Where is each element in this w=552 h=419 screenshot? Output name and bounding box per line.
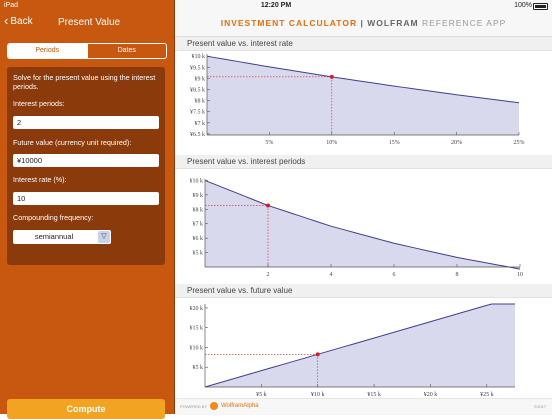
x-tick-label: 25% (514, 140, 525, 146)
intro-text: Solve for the present value using the in… (13, 73, 156, 91)
x-tick-label: 8 (456, 272, 459, 278)
future-value-input[interactable]: ¥10000 (13, 154, 159, 167)
interest-rate-input[interactable]: 10 (13, 192, 159, 205)
brand-name: WolframAlpha (221, 403, 259, 409)
x-tick-label: 15% (389, 140, 400, 146)
y-tick-label: ¥8 k (193, 207, 204, 213)
chevron-left-icon: ‹ (4, 13, 9, 28)
interest-rate-label: Interest rate (%): (13, 175, 67, 184)
y-tick-label: ¥8.5 k (190, 88, 205, 94)
interest-periods-input[interactable]: 2 (13, 116, 159, 129)
powered-by-label: POWERED BY (180, 404, 208, 409)
chart-pv-vs-rate: ¥6.5 k ¥7 k ¥7.5 k ¥8 k ¥8.5 k ¥9 k ¥9.5 k ¥10 … (190, 54, 525, 146)
x-tick-label: 20% (451, 140, 462, 146)
data-point-marker (266, 203, 270, 208)
x-tick-label: 5% (265, 140, 273, 146)
x-tick-label: 6 (393, 272, 396, 278)
nav-bar: ‹ Back Present Value (0, 11, 174, 36)
interest-periods-label: Interest periods: (13, 99, 65, 108)
y-tick-label: ¥7 k (193, 222, 204, 228)
y-tick-label: ¥9 k (195, 76, 206, 82)
x-tick-label: 2 (267, 272, 270, 278)
section-title-rate: Present value vs. interest rate (175, 37, 552, 51)
wolfram-alpha-logo (210, 402, 218, 410)
battery-percent: 100% (514, 2, 532, 9)
chart-pv-vs-periods: ¥5 k ¥6 k ¥7 k ¥8 k ¥9 k ¥10 k 2 4 6 8 10 (190, 178, 524, 278)
y-tick-label: ¥10 k (190, 345, 204, 351)
compounding-value: semiannual (34, 232, 74, 241)
area-fill (205, 304, 515, 387)
chart-pv-vs-future: ¥5 k¥10 k¥15 k¥20 k¥5 k ¥10 k ¥15 k ¥20 k ¥2… (190, 303, 515, 398)
compute-button[interactable]: Compute (7, 399, 165, 419)
clock: 12:20 PM (260, 2, 292, 9)
compounding-select[interactable]: semiannual ▽ (13, 230, 111, 244)
y-tick-label: ¥8 k (195, 99, 206, 105)
section-title-future: Present value vs. future value (175, 284, 552, 298)
tab-periods[interactable]: Periods (8, 44, 87, 58)
compounding-label: Compounding frequency: (13, 213, 94, 222)
y-tick-label: ¥10 k (190, 178, 204, 184)
future-value-label: Future value (currency unit required): (13, 138, 132, 147)
y-tick-label: ¥9.5 k (190, 65, 205, 71)
header-separator: | (357, 18, 368, 28)
sidebar: ‹ Back Present Value Periods Dates Solve … (0, 11, 174, 419)
input-panel: Solve for the present value using the in… (7, 67, 165, 265)
back-label: Back (10, 16, 33, 27)
data-point-marker (315, 352, 320, 357)
footer: POWERED BY WolframAlpha ©2017 (175, 398, 552, 415)
mode-segmented-control: Periods Dates (7, 43, 167, 59)
y-tick-label: ¥6 k (193, 236, 204, 242)
header-brand: WOLFRAM (367, 18, 419, 28)
nav-title: Present Value (58, 17, 121, 28)
data-point-marker (329, 74, 334, 79)
x-tick-label: 4 (330, 272, 333, 278)
battery-icon (533, 3, 548, 10)
y-tick-label: ¥7.5 k (190, 110, 205, 116)
header-subtitle: REFERENCE APP (418, 18, 507, 28)
area-fill (207, 56, 519, 136)
y-tick-label: ¥5 k (193, 365, 204, 371)
copyright: ©2017 (534, 404, 546, 409)
area-fill (205, 180, 520, 270)
back-button[interactable]: ‹ Back (4, 13, 33, 28)
status-bar: iPad 12:20 PM 100% (0, 0, 552, 11)
y-tick-label: ¥7 k (195, 121, 206, 127)
section-title-periods: Present value vs. interest periods (175, 155, 552, 169)
header-app-name: INVESTMENT CALCULATOR (220, 18, 358, 28)
y-tick-label: ¥6.5 k (190, 132, 205, 138)
y-tick-label: ¥10 k (192, 54, 206, 60)
y-tick-label: ¥9 k (193, 193, 204, 199)
y-tick-label: ¥15 k (190, 326, 204, 332)
y-tick-label: ¥20 k (190, 306, 204, 312)
tab-dates[interactable]: Dates (86, 44, 166, 58)
app-header: INVESTMENT CALCULATOR | WOLFRAM REFERENC… (175, 11, 552, 37)
y-tick-label: ¥5 k (193, 251, 204, 257)
x-tick-label: 10 (517, 272, 523, 278)
x-tick-label: 10% (326, 140, 337, 146)
dropdown-arrow-icon: ▽ (98, 231, 110, 243)
